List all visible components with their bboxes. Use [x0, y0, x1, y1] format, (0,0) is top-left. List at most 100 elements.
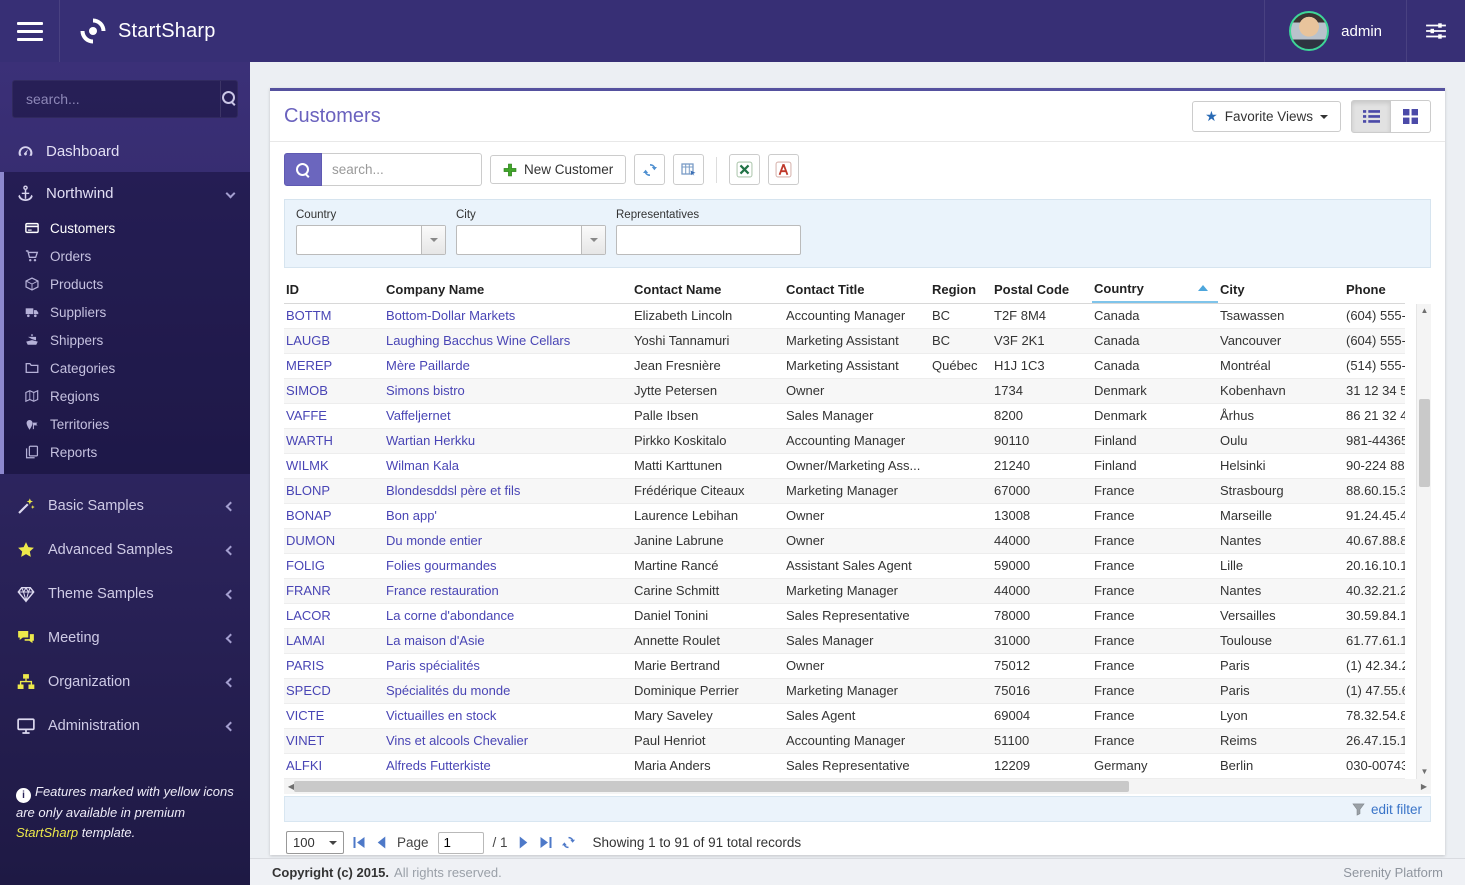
- edit-filter-link[interactable]: edit filter: [1371, 802, 1422, 817]
- column-header-country[interactable]: Country: [1092, 276, 1218, 303]
- previous-page-button[interactable]: [375, 836, 388, 849]
- table-row[interactable]: MEREP Mère Paillarde Jean Fresnière Marketi…: [284, 354, 1405, 379]
- sidebar-subitem-territories[interactable]: Territories: [0, 410, 250, 438]
- table-row[interactable]: VAFFE Vaffeljernet Palle Ibsen Sales Manage…: [284, 404, 1405, 429]
- customer-id-link[interactable]: WARTH: [284, 429, 384, 453]
- sidebar-section-administration[interactable]: Administration: [0, 704, 250, 748]
- customer-id-link[interactable]: PARIS: [284, 654, 384, 678]
- table-row[interactable]: SIMOB Simons bistro Jytte Petersen Owner 173…: [284, 379, 1405, 404]
- quick-search-button[interactable]: [284, 153, 322, 186]
- customer-id-link[interactable]: VAFFE: [284, 404, 384, 428]
- table-row[interactable]: ALFKI Alfreds Futterkiste Maria Anders Sale…: [284, 754, 1405, 779]
- company-name-link[interactable]: France restauration: [384, 579, 632, 603]
- sidebar-subitem-categories[interactable]: Categories: [0, 354, 250, 382]
- company-name-link[interactable]: Laughing Bacchus Wine Cellars: [384, 329, 632, 353]
- scroll-up-arrow[interactable]: ▲: [1417, 304, 1432, 318]
- sidebar-subitem-orders[interactable]: Orders: [0, 242, 250, 270]
- scroll-right-arrow[interactable]: ▶: [1417, 779, 1431, 794]
- sidebar-item-dashboard[interactable]: Dashboard: [0, 130, 250, 172]
- table-row[interactable]: FRANR France restauration Carine Schmitt Ma…: [284, 579, 1405, 604]
- sidebar-search-input[interactable]: [13, 81, 220, 117]
- scroll-down-arrow[interactable]: ▼: [1417, 765, 1432, 779]
- sidebar-section-theme-samples[interactable]: Theme Samples: [0, 572, 250, 616]
- customer-id-link[interactable]: BLONP: [284, 479, 384, 503]
- table-row[interactable]: LAMAI La maison d'Asie Annette Roulet Sales…: [284, 629, 1405, 654]
- table-row[interactable]: SPECD Spécialités du monde Dominique Perri…: [284, 679, 1405, 704]
- table-row[interactable]: LAUGB Laughing Bacchus Wine Cellars Yoshi …: [284, 329, 1405, 354]
- company-name-link[interactable]: Alfreds Futterkiste: [384, 754, 632, 778]
- settings-sliders-icon[interactable]: [1407, 0, 1465, 62]
- hamburger-menu-icon[interactable]: [0, 0, 60, 62]
- customer-id-link[interactable]: LAUGB: [284, 329, 384, 353]
- sidebar-subitem-products[interactable]: Products: [0, 270, 250, 298]
- table-row[interactable]: VINET Vins et alcools Chevalier Paul Henri…: [284, 729, 1405, 754]
- select-arrow-icon[interactable]: [421, 226, 445, 254]
- last-page-button[interactable]: [539, 836, 552, 849]
- column-header-title[interactable]: Contact Title: [784, 276, 930, 303]
- company-name-link[interactable]: Victuailles en stock: [384, 704, 632, 728]
- customer-id-link[interactable]: LACOR: [284, 604, 384, 628]
- list-view-button[interactable]: [1351, 100, 1391, 133]
- page-size-select[interactable]: 100: [286, 831, 344, 854]
- quick-search-input[interactable]: [322, 153, 482, 186]
- sidebar-subitem-suppliers[interactable]: Suppliers: [0, 298, 250, 326]
- table-row[interactable]: WARTH Wartian Herkku Pirkko Koskitalo Accou…: [284, 429, 1405, 454]
- table-row[interactable]: BLONP Blondesddsl père et fils Frédérique …: [284, 479, 1405, 504]
- refresh-button[interactable]: [634, 154, 666, 185]
- sidebar-section-meeting[interactable]: Meeting: [0, 616, 250, 660]
- vertical-scroll-thumb[interactable]: [1419, 399, 1430, 487]
- sidebar-section-advanced-samples[interactable]: Advanced Samples: [0, 528, 250, 572]
- sidebar-subitem-customers[interactable]: Customers: [0, 214, 250, 242]
- customer-id-link[interactable]: VINET: [284, 729, 384, 753]
- company-name-link[interactable]: Bon app': [384, 504, 632, 528]
- horizontal-scrollbar[interactable]: ◀ ▶: [284, 779, 1431, 794]
- sidebar-subitem-shippers[interactable]: Shippers: [0, 326, 250, 354]
- sidebar-item-northwind[interactable]: Northwind: [0, 172, 250, 214]
- new-customer-button[interactable]: New Customer: [490, 155, 627, 184]
- excel-export-button[interactable]: [729, 154, 761, 185]
- company-name-link[interactable]: Mère Paillarde: [384, 354, 632, 378]
- representatives-input[interactable]: [616, 225, 801, 255]
- column-header-contact[interactable]: Contact Name: [632, 276, 784, 303]
- company-name-link[interactable]: Simons bistro: [384, 379, 632, 403]
- column-header-id[interactable]: ID: [284, 276, 384, 303]
- customer-id-link[interactable]: BOTTM: [284, 304, 384, 328]
- customer-id-link[interactable]: FRANR: [284, 579, 384, 603]
- pdf-export-button[interactable]: [768, 154, 800, 185]
- table-row[interactable]: FOLIG Folies gourmandes Martine Rancé Assis…: [284, 554, 1405, 579]
- customer-id-link[interactable]: WILMK: [284, 454, 384, 478]
- first-page-button[interactable]: [353, 836, 366, 849]
- customer-id-link[interactable]: DUMON: [284, 529, 384, 553]
- column-header-phone[interactable]: Phone: [1344, 276, 1405, 303]
- table-row[interactable]: LACOR La corne d'abondance Daniel Tonini Sa…: [284, 604, 1405, 629]
- company-name-link[interactable]: Vaffeljernet: [384, 404, 632, 428]
- company-name-link[interactable]: Folies gourmandes: [384, 554, 632, 578]
- company-name-link[interactable]: Bottom-Dollar Markets: [384, 304, 632, 328]
- pager-refresh-button[interactable]: [561, 835, 576, 850]
- brand[interactable]: StartSharp: [60, 16, 216, 46]
- sidebar-subitem-regions[interactable]: Regions: [0, 382, 250, 410]
- city-select[interactable]: [456, 225, 606, 255]
- column-header-postal[interactable]: Postal Code: [992, 276, 1092, 303]
- table-row[interactable]: BONAP Bon app' Laurence Lebihan Owner 13008 F…: [284, 504, 1405, 529]
- table-row[interactable]: VICTE Victuailles en stock Mary Saveley Sal…: [284, 704, 1405, 729]
- company-name-link[interactable]: Vins et alcools Chevalier: [384, 729, 632, 753]
- grid-view-button[interactable]: [1391, 100, 1431, 133]
- company-name-link[interactable]: Wartian Herkku: [384, 429, 632, 453]
- vertical-scrollbar[interactable]: ▲ ▼: [1416, 304, 1431, 779]
- sidebar-subitem-reports[interactable]: Reports: [0, 438, 250, 466]
- company-name-link[interactable]: Wilman Kala: [384, 454, 632, 478]
- column-header-city[interactable]: City: [1218, 276, 1344, 303]
- customer-id-link[interactable]: SPECD: [284, 679, 384, 703]
- customer-id-link[interactable]: FOLIG: [284, 554, 384, 578]
- column-header-region[interactable]: Region: [930, 276, 992, 303]
- company-name-link[interactable]: Spécialités du monde: [384, 679, 632, 703]
- country-select[interactable]: [296, 225, 446, 255]
- table-row[interactable]: PARIS Paris spécialités Marie Bertrand Owne…: [284, 654, 1405, 679]
- customer-id-link[interactable]: LAMAI: [284, 629, 384, 653]
- sidebar-section-organization[interactable]: Organization: [0, 660, 250, 704]
- company-name-link[interactable]: Du monde entier: [384, 529, 632, 553]
- customer-id-link[interactable]: VICTE: [284, 704, 384, 728]
- sidebar-section-basic-samples[interactable]: Basic Samples: [0, 484, 250, 528]
- page-number-input[interactable]: [437, 831, 484, 854]
